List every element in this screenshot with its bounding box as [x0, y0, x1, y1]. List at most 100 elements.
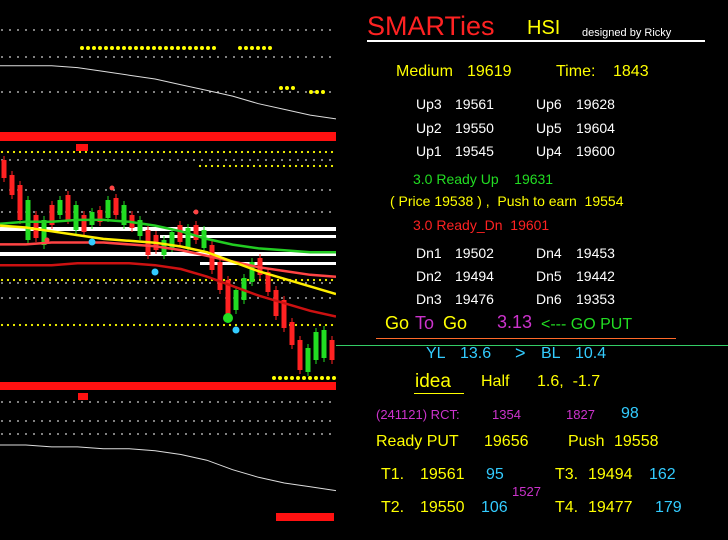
grid-dot-22: [177, 29, 179, 31]
level-dot-549: [12, 278, 16, 282]
grid-dot-238: [225, 211, 227, 213]
grid-dot-400: [177, 420, 179, 422]
red-marker-3: [193, 209, 199, 215]
level-dot-545: [324, 150, 328, 154]
grid-dot-84: [1, 91, 3, 93]
grid-dot-326: [257, 297, 259, 299]
bottom-red-bar: [276, 513, 334, 521]
grid-dot-104: [161, 91, 163, 93]
grid-dot-204: [289, 189, 291, 191]
level-dot-604: [6, 323, 10, 327]
level-dot-696: [318, 164, 322, 168]
grid-dot-406: [225, 420, 227, 422]
grid-dot-38: [305, 29, 307, 31]
level-dot-477: [170, 46, 174, 50]
grid-dot-451: [249, 433, 251, 435]
grid-dot-402: [193, 420, 195, 422]
grid-dot-258: [49, 282, 51, 284]
level-dot-519: [168, 150, 172, 154]
target-total: 1527: [512, 484, 541, 499]
level-dot-546: [330, 150, 334, 154]
grid-dot-175: [57, 189, 59, 191]
level-dn5-label: Dn5: [536, 268, 562, 284]
grid-dot-88: [33, 91, 35, 93]
grid-dot-203: [281, 189, 283, 191]
grid-dot-362: [209, 401, 211, 403]
grid-dot-41: [329, 29, 331, 31]
level-dot-573: [156, 278, 160, 282]
grid-dot-178: [81, 189, 83, 191]
grid-dot-359: [185, 401, 187, 403]
grid-dot-156: [241, 159, 243, 161]
grid-dot-308: [113, 297, 115, 299]
level-dot-625: [132, 323, 136, 327]
grid-dot-105: [169, 91, 171, 93]
grid-dot-442: [177, 433, 179, 435]
level-dot-603: [0, 323, 4, 327]
grid-dot-210: [1, 211, 3, 213]
grid-dot-52: [81, 56, 83, 58]
target-t3-value: 19494: [588, 466, 633, 483]
grid-dot-21: [169, 29, 171, 31]
level-dot-666: [314, 376, 318, 380]
level-dot-621: [108, 323, 112, 327]
grid-dot-304: [81, 297, 83, 299]
target-t1-label: T1.: [381, 466, 405, 483]
target-t4-label: T4.: [555, 499, 579, 516]
grid-dot-181: [105, 189, 107, 191]
level-dot-512: [126, 150, 130, 154]
grid-dot-77: [281, 56, 283, 58]
candle-body-15: [113, 198, 119, 215]
grid-dot-431: [89, 433, 91, 435]
level-dot-659: [272, 376, 276, 380]
level-dot-552: [30, 278, 34, 282]
grid-dot-116: [257, 91, 259, 93]
level-dot-547: [0, 278, 4, 282]
grid-dot-211: [9, 211, 11, 213]
candle-body-10: [73, 205, 79, 230]
grid-dot-243: [265, 211, 267, 213]
level-up5-value: 19604: [576, 120, 615, 136]
grid-dot-78: [289, 56, 291, 58]
grid-dot-76: [273, 56, 275, 58]
level-dot-550: [18, 278, 22, 282]
grid-dot-404: [209, 420, 211, 422]
grid-dot-448: [225, 433, 227, 435]
level-up4-value: 19600: [576, 143, 615, 159]
grid-dot-407: [233, 420, 235, 422]
grid-dot-144: [145, 159, 147, 161]
time-label: Time:: [556, 63, 596, 80]
grid-dot-2: [17, 29, 19, 31]
grid-dot-352: [129, 401, 131, 403]
grid-dot-53: [89, 56, 91, 58]
level-dot-515: [144, 150, 148, 154]
grid-dot-284: [257, 282, 259, 284]
level-dot-505: [84, 150, 88, 154]
grid-dot-275: [185, 282, 187, 284]
level-dot-622: [114, 323, 118, 327]
grid-dot-121: [297, 91, 299, 93]
level-dot-601: [324, 278, 328, 282]
grid-dot-311: [137, 297, 139, 299]
grid-dot-259: [57, 282, 59, 284]
grid-dot-145: [153, 159, 155, 161]
grid-dot-291: [313, 282, 315, 284]
grid-dot-264: [97, 282, 99, 284]
grid-dot-215: [41, 211, 43, 213]
grid-dot-143: [137, 159, 139, 161]
grid-dot-382: [33, 420, 35, 422]
grid-dot-399: [169, 420, 171, 422]
grid-dot-430: [81, 433, 83, 435]
level-dot-556: [54, 278, 58, 282]
grid-dot-66: [193, 56, 195, 58]
level-dot-597: [300, 278, 304, 282]
rct-date-label: (241121) RCT:: [376, 407, 460, 422]
grid-dot-459: [313, 433, 315, 435]
level-dn3-label: Dn3: [416, 291, 442, 307]
grid-dot-272: [161, 282, 163, 284]
grid-dot-49: [57, 56, 59, 58]
grid-dot-201: [265, 189, 267, 191]
grid-dot-271: [153, 282, 155, 284]
cyan-marker-2: [151, 268, 159, 276]
grid-dot-153: [217, 159, 219, 161]
